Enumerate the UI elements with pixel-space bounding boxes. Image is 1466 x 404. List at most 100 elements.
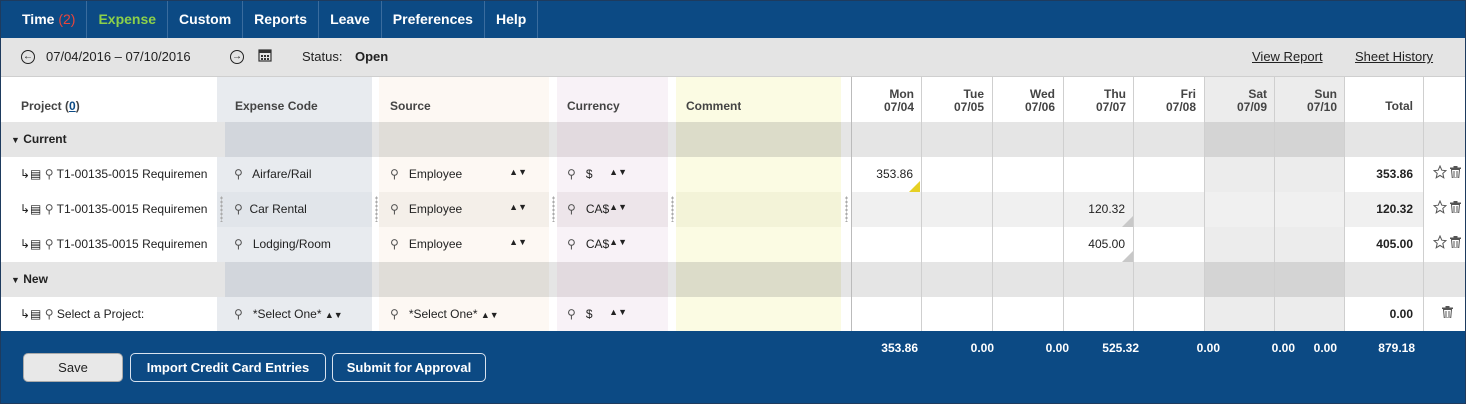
nav-leave[interactable]: Leave [319,1,382,38]
nav-help[interactable]: Help [485,1,539,38]
magnifier-icon[interactable]: ⚲ [234,307,243,321]
trash-icon[interactable] [1450,236,1461,251]
row3-expense-code[interactable]: ⚲ Lodging/Room [234,237,331,251]
new-row-currency-label: $ [585,307,593,321]
star-icon[interactable] [1433,200,1447,217]
row2-project-label: T1-00135-0015 Requiremen [56,202,208,216]
view-report-link[interactable]: View Report [1252,49,1323,64]
nav-time[interactable]: Time (2) [1,1,88,38]
star-icon[interactable] [1433,165,1447,182]
row2-day-thu[interactable]: 120.32 [1064,202,1125,216]
row3-source-select[interactable]: ⚲ Employee ▲▼ [390,237,535,251]
group-new-label: New [23,272,48,286]
header-comment: Comment [686,99,742,113]
sort-arrows-icon: ▲▼ [609,167,627,177]
nav-custom[interactable]: Custom [168,1,244,38]
subproject-link-icon[interactable]: ↳▤ [20,307,41,321]
group-new[interactable]: ▼ New [11,272,48,286]
sort-arrows-icon: ▲▼ [509,237,527,247]
row3-day-thu[interactable]: 405.00 [1064,237,1125,251]
collapse-icon[interactable]: ▼ [11,135,20,145]
grp1-source-shade [379,122,549,157]
magnifier-icon[interactable]: ⚲ [45,237,54,251]
import-credit-card-button[interactable]: Import Credit Card Entries [130,353,326,382]
magnifier-icon[interactable]: ⚲ [45,167,54,181]
row1-source-select[interactable]: ⚲ Employee ▲▼ [390,167,535,181]
magnifier-icon[interactable]: ⚲ [567,202,576,216]
new-row-currency-select[interactable]: ⚲ $ ▲▼ [567,307,629,321]
row1-expense-code[interactable]: ⚲ Airfare/Rail [234,167,312,181]
star-icon[interactable] [1433,235,1447,252]
resize-handle[interactable] [220,196,223,222]
nav-preferences[interactable]: Preferences [382,1,485,38]
trash-icon[interactable] [1450,201,1461,216]
magnifier-icon[interactable]: ⚲ [390,167,399,181]
magnifier-icon[interactable]: ⚲ [390,307,399,321]
sort-arrows-icon: ▲▼ [509,167,527,177]
calendar-icon[interactable] [258,48,272,65]
group-current-label: Current [23,132,67,146]
row1-day-mon[interactable]: 353.86 [852,167,913,181]
divider [1133,77,1134,331]
sort-arrows-icon: ▲▼ [609,202,627,212]
row1-project[interactable]: ↳▤ ⚲ T1-00135-0015 Requiremen [20,167,217,181]
collapse-icon[interactable]: ▼ [11,275,20,285]
next-period-icon[interactable]: → [230,50,244,64]
magnifier-icon[interactable]: ⚲ [234,237,243,251]
new-row-project-label: Select a Project: [56,307,145,321]
subproject-link-icon[interactable]: ↳▤ [20,237,41,251]
trash-icon[interactable] [1450,166,1461,181]
sort-arrows-icon: ▲▼ [609,237,627,247]
trash-icon[interactable] [1442,306,1453,321]
divider [921,77,922,331]
resize-handle[interactable] [671,196,674,222]
note-corner-icon [1122,251,1133,262]
row2-code-label: Car Rental [249,202,307,216]
save-button[interactable]: Save [23,353,123,382]
row2-project[interactable]: ↳▤ ⚲ T1-00135-0015 Requiremen [20,202,217,216]
magnifier-icon[interactable]: ⚲ [567,167,576,181]
footer-total-thu: 525.32 [1102,341,1139,355]
group-current[interactable]: ▼ Current [11,132,67,146]
resize-handle[interactable] [845,196,848,222]
nav-reports[interactable]: Reports [243,1,320,38]
row3-currency-select[interactable]: ⚲ CA$ ▲▼ [567,237,629,251]
header-day-fri: Fri 07/08 [1165,88,1196,114]
magnifier-icon[interactable]: ⚲ [234,202,243,216]
nav-expense[interactable]: Expense [87,1,169,38]
magnifier-icon[interactable]: ⚲ [234,167,243,181]
magnifier-icon[interactable]: ⚲ [45,202,54,216]
submit-for-approval-button[interactable]: Submit for Approval [332,353,486,382]
row2-source-select[interactable]: ⚲ Employee ▲▼ [390,202,535,216]
magnifier-icon[interactable]: ⚲ [390,202,399,216]
prev-period-icon[interactable]: ← [21,50,35,64]
magnifier-icon[interactable]: ⚲ [567,307,576,321]
row3-project[interactable]: ↳▤ ⚲ T1-00135-0015 Requiremen [20,237,217,251]
magnifier-icon[interactable]: ⚲ [45,307,54,321]
subproject-link-icon[interactable]: ↳▤ [20,202,41,216]
footer-grand-total: 879.18 [1378,341,1415,355]
row3-currency-label: CA$ [585,237,610,251]
magnifier-icon[interactable]: ⚲ [567,237,576,251]
row1-currency-select[interactable]: ⚲ $ ▲▼ [567,167,629,181]
project-count-link[interactable]: 0 [69,99,76,113]
resize-handle[interactable] [375,196,378,222]
header-expense-code: Expense Code [235,99,318,113]
row3-source-label: Employee [408,237,463,251]
resize-handle[interactable] [552,196,555,222]
new-row-expense-code-select[interactable]: ⚲ *Select One* ▲▼ [234,307,364,321]
footer-total-wed: 0.00 [1045,341,1069,355]
header-total: Total [1385,99,1413,113]
row2-currency-select[interactable]: ⚲ CA$ ▲▼ [567,202,629,216]
sort-arrows-icon: ▲▼ [480,310,499,320]
row2-expense-code[interactable]: ⚲ Car Rental [234,202,307,216]
new-row-source-select[interactable]: ⚲ *Select One* ▲▼ [390,307,535,321]
header-day-wed: Wed 07/06 [1024,88,1055,114]
sheet-history-link[interactable]: Sheet History [1355,49,1433,64]
subproject-link-icon[interactable]: ↳▤ [20,167,41,181]
magnifier-icon[interactable]: ⚲ [390,237,399,251]
new-row-code-label: *Select One* [252,307,322,321]
nav-time-count: (2) [58,11,76,27]
new-row-project[interactable]: ↳▤ ⚲ Select a Project: [20,307,217,321]
row1-source-label: Employee [408,167,463,181]
